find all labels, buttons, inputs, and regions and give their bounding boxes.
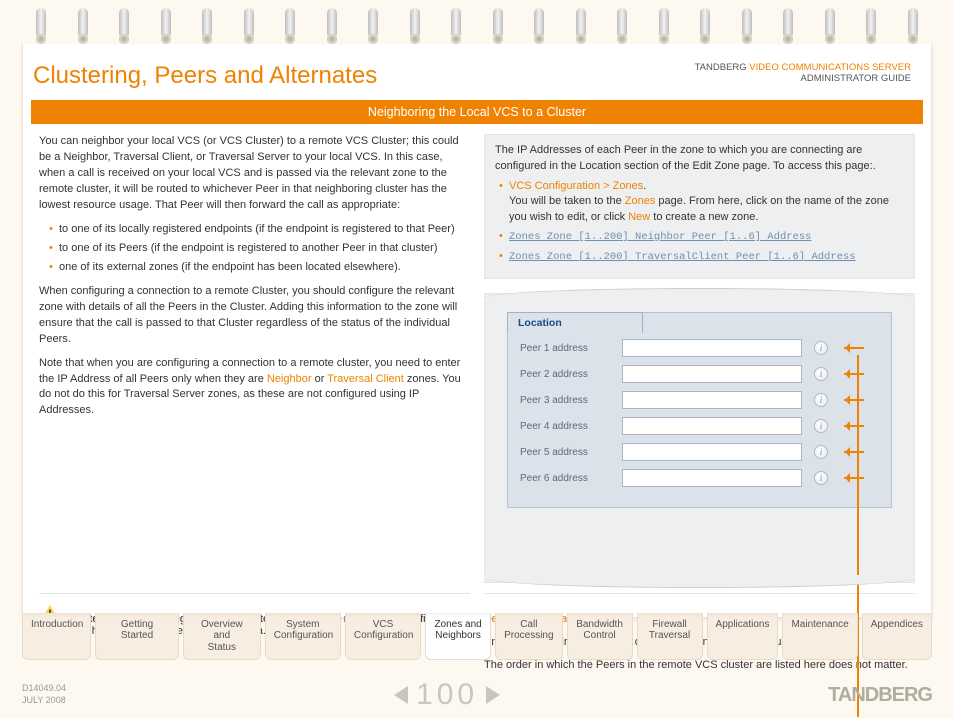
header-product: TANDBERG VIDEO COMMUNICATIONS SERVER ADM… [695,62,911,84]
nav-tab-zones-and-neighbors[interactable]: Zones andNeighbors [425,613,491,661]
body-text: You can neighbor your local VCS (or VCS … [39,134,470,214]
info-icon[interactable]: i [814,471,828,485]
list-item: VCS Configuration > Zones. You will be t… [499,179,904,225]
nav-tab-system-configuration[interactable]: SystemConfiguration [265,613,341,661]
callout-arrow-icon [840,473,864,483]
info-icon[interactable]: i [814,419,828,433]
right-column: The IP Addresses of each Peer in the zon… [484,134,915,583]
bottom-nav-tabs: IntroductionGetting StartedOverview andS… [22,613,932,661]
peer-4-address-input[interactable] [622,417,802,435]
nav-tab-overview-and-status[interactable]: Overview andStatus [183,613,261,661]
nav-tab-call-processing[interactable]: CallProcessing [495,613,562,661]
peer-address-label: Peer 6 address [520,473,610,484]
prev-page-button[interactable] [394,686,408,704]
brand-logo: TANDBERG [828,684,932,707]
callout-arrow-icon [840,395,864,405]
info-icon[interactable]: i [814,367,828,381]
list-item: one of its external zones (if the endpoi… [49,260,470,275]
list-item: to one of its Peers (if the endpoint is … [49,241,470,256]
spiral-binding [22,8,932,48]
body-text: When configuring a connection to a remot… [39,284,470,348]
body-text: Note that when you are configuring a con… [39,356,470,420]
peer-address-label: Peer 5 address [520,447,610,458]
location-form-screenshot: Location Peer 1 address i Peer 2 address i P… [484,293,915,583]
nav-tab-maintenance[interactable]: Maintenance [782,613,857,661]
page-title: Clustering, Peers and Alternates [33,62,377,90]
nav-tab-getting-started[interactable]: Getting Started [95,613,179,661]
peer-address-label: Peer 4 address [520,421,610,432]
list-item: to one of its locally registered endpoin… [49,222,470,237]
location-tab: Location [507,312,643,333]
peer-6-address-input[interactable] [622,469,802,487]
left-column: You can neighbor your local VCS (or VCS … [39,134,470,583]
peer-2-address-input[interactable] [622,365,802,383]
body-text: The IP Addresses of each Peer in the zon… [495,143,904,175]
nav-tab-introduction[interactable]: Introduction [22,613,91,661]
callout-arrow-icon [840,421,864,431]
next-page-button[interactable] [486,686,500,704]
page-number: 100 [416,678,478,712]
peer-3-address-input[interactable] [622,391,802,409]
nav-tab-vcs-configuration[interactable]: VCSConfiguration [345,613,421,661]
list-item: Zones Zone [1..200] Neighbor Peer [1..6]… [499,229,904,245]
nav-tab-firewall-traversal[interactable]: FirewallTraversal [637,613,703,661]
callout-text: The order in which the Peers in the remo… [484,659,915,671]
callout-arrow-icon [840,343,864,353]
peer-address-label: Peer 2 address [520,369,610,380]
peer-address-label: Peer 3 address [520,395,610,406]
info-icon[interactable]: i [814,445,828,459]
info-icon[interactable]: i [814,341,828,355]
list-item: Zones Zone [1..200] TraversalClient Peer… [499,249,904,265]
doc-id: D14049.04JULY 2008 [22,683,66,706]
peer-5-address-input[interactable] [622,443,802,461]
nav-tab-appendices[interactable]: Appendices [862,613,932,661]
info-icon[interactable]: i [814,393,828,407]
nav-tab-bandwidth-control[interactable]: BandwidthControl [567,613,633,661]
section-banner: Neighboring the Local VCS to a Cluster [31,100,923,124]
callout-arrow-icon [840,447,864,457]
peer-address-label: Peer 1 address [520,343,610,354]
callout-arrow-icon [840,369,864,379]
peer-1-address-input[interactable] [622,339,802,357]
nav-tab-applications[interactable]: Applications [707,613,779,661]
